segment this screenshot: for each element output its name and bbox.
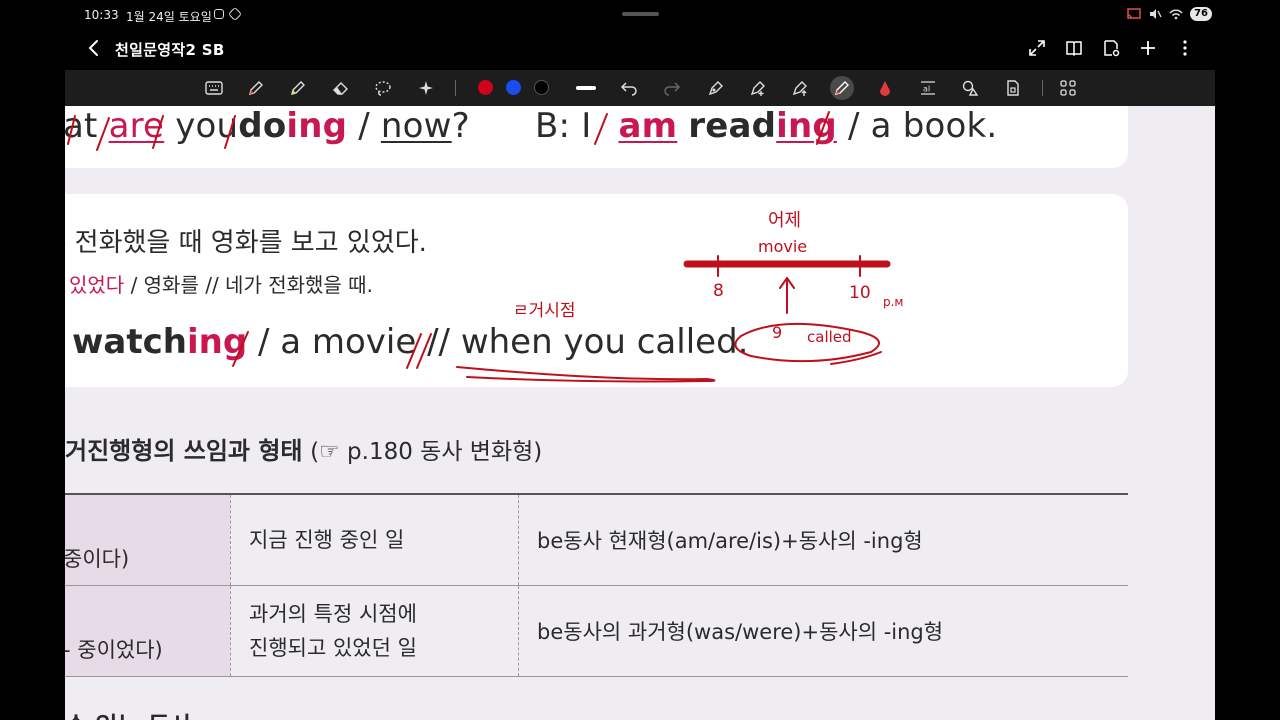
pen-settings-icon xyxy=(708,81,723,96)
multitask-handle[interactable] xyxy=(622,12,659,16)
english-sentence: watching / a movie // when you called. xyxy=(72,322,749,362)
status-icons: 76 xyxy=(1127,7,1212,21)
section-heading: 거진행형의 쓰임과 형태 (☞ p.180 동사 변화형) xyxy=(65,437,543,465)
row-label-cell: - 중이었다) xyxy=(65,586,230,676)
eraser-icon xyxy=(333,82,348,95)
eraser-tool[interactable] xyxy=(329,76,353,100)
table-row: 중이다) 지금 진행 중인 일 be동사 현재형(am/are/is)+동사의 … xyxy=(65,495,1128,586)
add-page-button[interactable] xyxy=(1136,36,1160,60)
korean-sentence: - 전화했을 때 영화를 보고 있었다. xyxy=(65,228,427,258)
word-now: now xyxy=(380,106,452,146)
redo-button[interactable] xyxy=(660,76,684,100)
highlighter-icon xyxy=(291,81,305,95)
grid-icon xyxy=(1060,80,1076,96)
marker-icon xyxy=(835,81,849,95)
book-icon xyxy=(1066,41,1082,57)
pen-plus-icon xyxy=(750,81,765,96)
undo-icon xyxy=(620,82,637,96)
status-date: 1월 24일 토요일 xyxy=(126,10,212,24)
expand-icon xyxy=(1029,40,1045,56)
lasso-tool[interactable] xyxy=(371,76,395,100)
chunk-guide: 있었다 / 영화를 // 네가 전화했을 때. xyxy=(69,273,373,297)
toolbar-divider xyxy=(1042,80,1043,96)
tense-table: 중이다) 지금 진행 중인 일 be동사 현재형(am/are/is)+동사의 … xyxy=(65,493,1128,677)
document-gear-icon xyxy=(1104,40,1120,57)
page-view-button[interactable] xyxy=(1062,36,1086,60)
example-card-2: - 전화했을 때 영화를 보고 있었다. 있었다 / 영화를 // 네가 전화했… xyxy=(65,194,1128,387)
back-chevron-icon[interactable] xyxy=(85,38,105,58)
stroke-width-selector[interactable] xyxy=(574,76,598,100)
cast-icon xyxy=(1127,8,1141,19)
word-do: do xyxy=(238,106,287,146)
wifi-icon xyxy=(1169,9,1183,20)
meaning-cell: 과거의 특정 시점에 진행되고 있었던 일 xyxy=(230,586,518,676)
next-section-heading: 수 있는 동사 xyxy=(65,706,192,720)
fullscreen-button[interactable] xyxy=(1025,36,1049,60)
page-settings-button[interactable] xyxy=(1099,36,1123,60)
example-card-1: at are youdoing / now? B: I am reading /… xyxy=(65,106,1128,168)
lasso-icon xyxy=(375,81,391,96)
redo-icon xyxy=(664,82,681,96)
pen-settings-tool[interactable] xyxy=(704,76,728,100)
more-options-button[interactable] xyxy=(1173,36,1197,60)
highlighter-pen-tool[interactable] xyxy=(830,76,854,100)
example-1-sentence: at are youdoing / now? xyxy=(65,106,470,146)
more-tools-button[interactable] xyxy=(1056,76,1080,100)
link-icon xyxy=(227,6,243,22)
document-canvas[interactable]: at are youdoing / now? B: I am reading /… xyxy=(65,106,1215,720)
pen-arrow-icon xyxy=(792,81,807,96)
row-label-cell: 중이다) xyxy=(65,495,230,585)
toolbar-divider xyxy=(455,80,456,96)
title-actions xyxy=(1025,36,1197,60)
ink-color-tool[interactable] xyxy=(873,76,897,100)
status-bar: 10:33 1월 24일 토요일 76 xyxy=(0,0,1280,30)
table-row: - 중이었다) 과거의 특정 시점에 진행되고 있었던 일 be동사의 과거형(… xyxy=(65,586,1128,677)
laser-pointer-tool[interactable] xyxy=(414,76,438,100)
color-swatch-red[interactable] xyxy=(478,80,493,95)
word-are: are xyxy=(108,106,165,146)
meaning-cell: 지금 진행 중인 일 xyxy=(230,495,518,585)
form-cell: be동사의 과거형(was/were)+동사의 -ing형 xyxy=(518,586,1128,676)
title-bar: 천일문영작2 SB xyxy=(65,30,1215,68)
shapes-icon xyxy=(962,80,979,96)
pen-tool[interactable] xyxy=(244,76,268,100)
shapes-tool[interactable] xyxy=(958,76,982,100)
form-cell: be동사 현재형(am/are/is)+동사의 -ing형 xyxy=(518,495,1128,585)
battery-indicator: 76 xyxy=(1190,7,1212,21)
example-1-answer: B: I am reading / a book. xyxy=(535,106,998,146)
status-time: 10:33 xyxy=(84,8,119,22)
word-am: am xyxy=(618,106,678,146)
image-tool[interactable] xyxy=(1001,76,1025,100)
screen-record-icon xyxy=(214,9,224,19)
pen-up-tool[interactable] xyxy=(788,76,812,100)
text-box-icon: aI xyxy=(921,81,935,95)
sparkle-icon xyxy=(419,81,433,95)
plus-icon xyxy=(1141,41,1155,55)
ink-drop-icon xyxy=(880,81,890,96)
color-swatch-blue[interactable] xyxy=(506,80,521,95)
more-vertical-icon xyxy=(1183,40,1187,56)
pen-add-tool[interactable] xyxy=(746,76,770,100)
word-read: read xyxy=(688,106,777,146)
pen-icon xyxy=(249,81,263,95)
undo-button[interactable] xyxy=(617,76,641,100)
highlighter-tool[interactable] xyxy=(286,76,310,100)
keyboard-icon xyxy=(205,81,223,95)
insert-image-icon xyxy=(1007,80,1019,96)
keyboard-tool[interactable] xyxy=(202,76,226,100)
line-width-icon xyxy=(576,86,596,90)
svg-text:aI: aI xyxy=(923,85,930,94)
drawing-toolbar: aI xyxy=(65,70,1215,106)
color-swatch-black[interactable] xyxy=(534,80,549,95)
text-tool[interactable]: aI xyxy=(916,76,940,100)
mute-icon xyxy=(1150,9,1162,19)
document-title: 천일문영작2 SB xyxy=(115,41,225,59)
when-clause: when you called. xyxy=(460,322,749,362)
